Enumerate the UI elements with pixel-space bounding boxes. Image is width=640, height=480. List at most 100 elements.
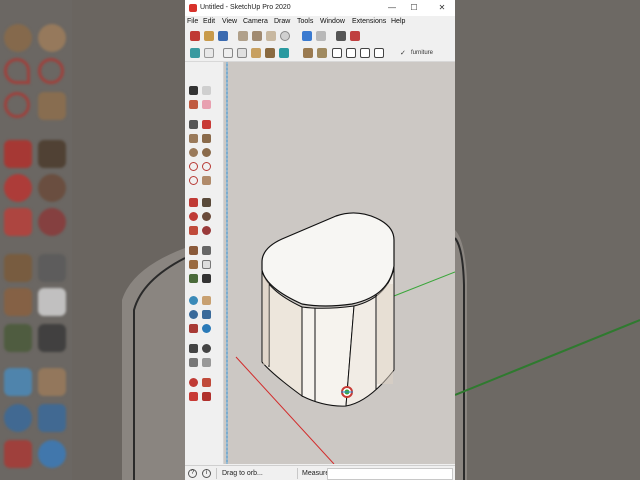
model-canvas[interactable] [224, 62, 455, 464]
open-icon[interactable] [204, 31, 214, 41]
rotate-icon[interactable] [189, 212, 198, 221]
copy-icon[interactable] [252, 31, 262, 41]
shaded-icon[interactable] [251, 48, 261, 58]
move-icon[interactable] [189, 198, 198, 207]
orbit-icon[interactable] [189, 296, 198, 305]
iso-view-icon[interactable] [303, 48, 313, 58]
eraser-icon[interactable] [202, 100, 211, 109]
blurred-move-icon [4, 140, 32, 168]
monochrome-icon[interactable] [279, 48, 289, 58]
pan-icon[interactable] [202, 296, 211, 305]
drawing-area[interactable] [224, 62, 455, 464]
pie-icon[interactable] [202, 176, 211, 185]
blurred-arc2-icon [38, 58, 64, 84]
tape-measure-icon[interactable] [189, 246, 198, 255]
rotated-rectangle-icon[interactable] [202, 134, 211, 143]
zoom-icon[interactable] [189, 310, 198, 319]
blurred-pushpull-icon [38, 140, 66, 168]
menu-draw[interactable]: Draw [274, 18, 290, 25]
freehand-icon[interactable] [202, 120, 211, 129]
sketchup-logo-icon [189, 4, 197, 12]
blurred-tape-icon [4, 254, 32, 282]
section-plane-icon[interactable] [189, 358, 198, 367]
circle-icon[interactable] [189, 148, 198, 157]
back-edges-icon[interactable] [204, 48, 214, 58]
front-view-icon[interactable] [332, 48, 342, 58]
shaded-textures-icon[interactable] [265, 48, 275, 58]
look-around-icon[interactable] [202, 344, 211, 353]
help-icon[interactable]: ? [188, 469, 197, 478]
paste-icon[interactable] [266, 31, 276, 41]
save-icon[interactable] [218, 31, 228, 41]
measurements-input[interactable] [327, 468, 453, 480]
paint-bucket-icon[interactable] [189, 100, 198, 109]
text-icon[interactable] [202, 260, 211, 269]
extension-manager-icon[interactable] [202, 392, 211, 401]
axes-icon[interactable] [189, 274, 198, 283]
active-tag-dropdown[interactable]: furniture [411, 50, 433, 56]
push-pull-icon[interactable] [202, 198, 211, 207]
print-icon[interactable] [336, 31, 346, 41]
menu-help[interactable]: Help [391, 18, 405, 25]
blurred-toolbar-left [0, 0, 72, 480]
menu-file[interactable]: File [187, 18, 198, 25]
minimize-button[interactable]: — [385, 2, 399, 14]
right-view-icon[interactable] [346, 48, 356, 58]
blurred-zoom-icon [4, 404, 32, 432]
maximize-button[interactable]: ☐ [407, 2, 421, 14]
undo-icon[interactable] [302, 31, 312, 41]
two-point-arc-icon[interactable] [202, 162, 211, 171]
offset-icon[interactable] [202, 226, 211, 235]
protractor-icon[interactable] [189, 260, 198, 269]
views-toolbar: ✓ furniture [185, 46, 455, 62]
hidden-line-icon[interactable] [237, 48, 247, 58]
xray-icon[interactable] [190, 48, 200, 58]
info-icon[interactable]: i [202, 469, 211, 478]
close-button[interactable]: ✕ [435, 2, 449, 14]
standard-toolbar [185, 29, 455, 44]
layout-icon[interactable] [189, 392, 198, 401]
walk-icon[interactable] [202, 324, 211, 333]
3d-text-icon[interactable] [202, 274, 211, 283]
make-component-icon[interactable] [202, 86, 211, 95]
top-view-icon[interactable] [317, 48, 327, 58]
display-section-icon[interactable] [202, 358, 211, 367]
zoom-extents-icon[interactable] [189, 324, 198, 333]
position-camera-icon[interactable] [189, 344, 198, 353]
model-top-face [261, 212, 395, 307]
menu-edit[interactable]: Edit [203, 18, 215, 25]
left-view-icon[interactable] [374, 48, 384, 58]
three-point-arc-icon[interactable] [189, 176, 198, 185]
menu-camera[interactable]: Camera [243, 18, 268, 25]
warehouse-icon[interactable] [189, 378, 198, 387]
status-message: Drag to orb... [222, 470, 263, 477]
rounded-box-model[interactable] [261, 212, 395, 407]
menu-extensions[interactable]: Extensions [352, 18, 386, 25]
blurred-followme-icon [38, 174, 66, 202]
back-view-icon[interactable] [360, 48, 370, 58]
new-file-icon[interactable] [190, 31, 200, 41]
dimension-icon[interactable] [202, 246, 211, 255]
blurred-offset-icon [38, 208, 66, 236]
extension-warehouse-icon[interactable] [202, 378, 211, 387]
follow-me-icon[interactable] [202, 212, 211, 221]
line-icon[interactable] [189, 120, 198, 129]
cut-icon[interactable] [238, 31, 248, 41]
menu-window[interactable]: Window [320, 18, 345, 25]
erase-icon[interactable] [280, 31, 290, 41]
polygon-icon[interactable] [202, 148, 211, 157]
select-icon[interactable] [189, 86, 198, 95]
scale-icon[interactable] [189, 226, 198, 235]
model-info-icon[interactable] [350, 31, 360, 41]
wireframe-icon[interactable] [223, 48, 233, 58]
menu-view[interactable]: View [222, 18, 237, 25]
menu-tools[interactable]: Tools [297, 18, 313, 25]
active-tag-check-icon[interactable]: ✓ [400, 49, 406, 57]
zoom-window-icon[interactable] [202, 310, 211, 319]
blurred-dimension-icon [38, 254, 66, 282]
rectangle-icon[interactable] [189, 134, 198, 143]
redo-icon[interactable] [316, 31, 326, 41]
model-shadow [263, 277, 269, 365]
blurred-protractor-icon [4, 288, 32, 316]
arc-icon[interactable] [189, 162, 198, 171]
